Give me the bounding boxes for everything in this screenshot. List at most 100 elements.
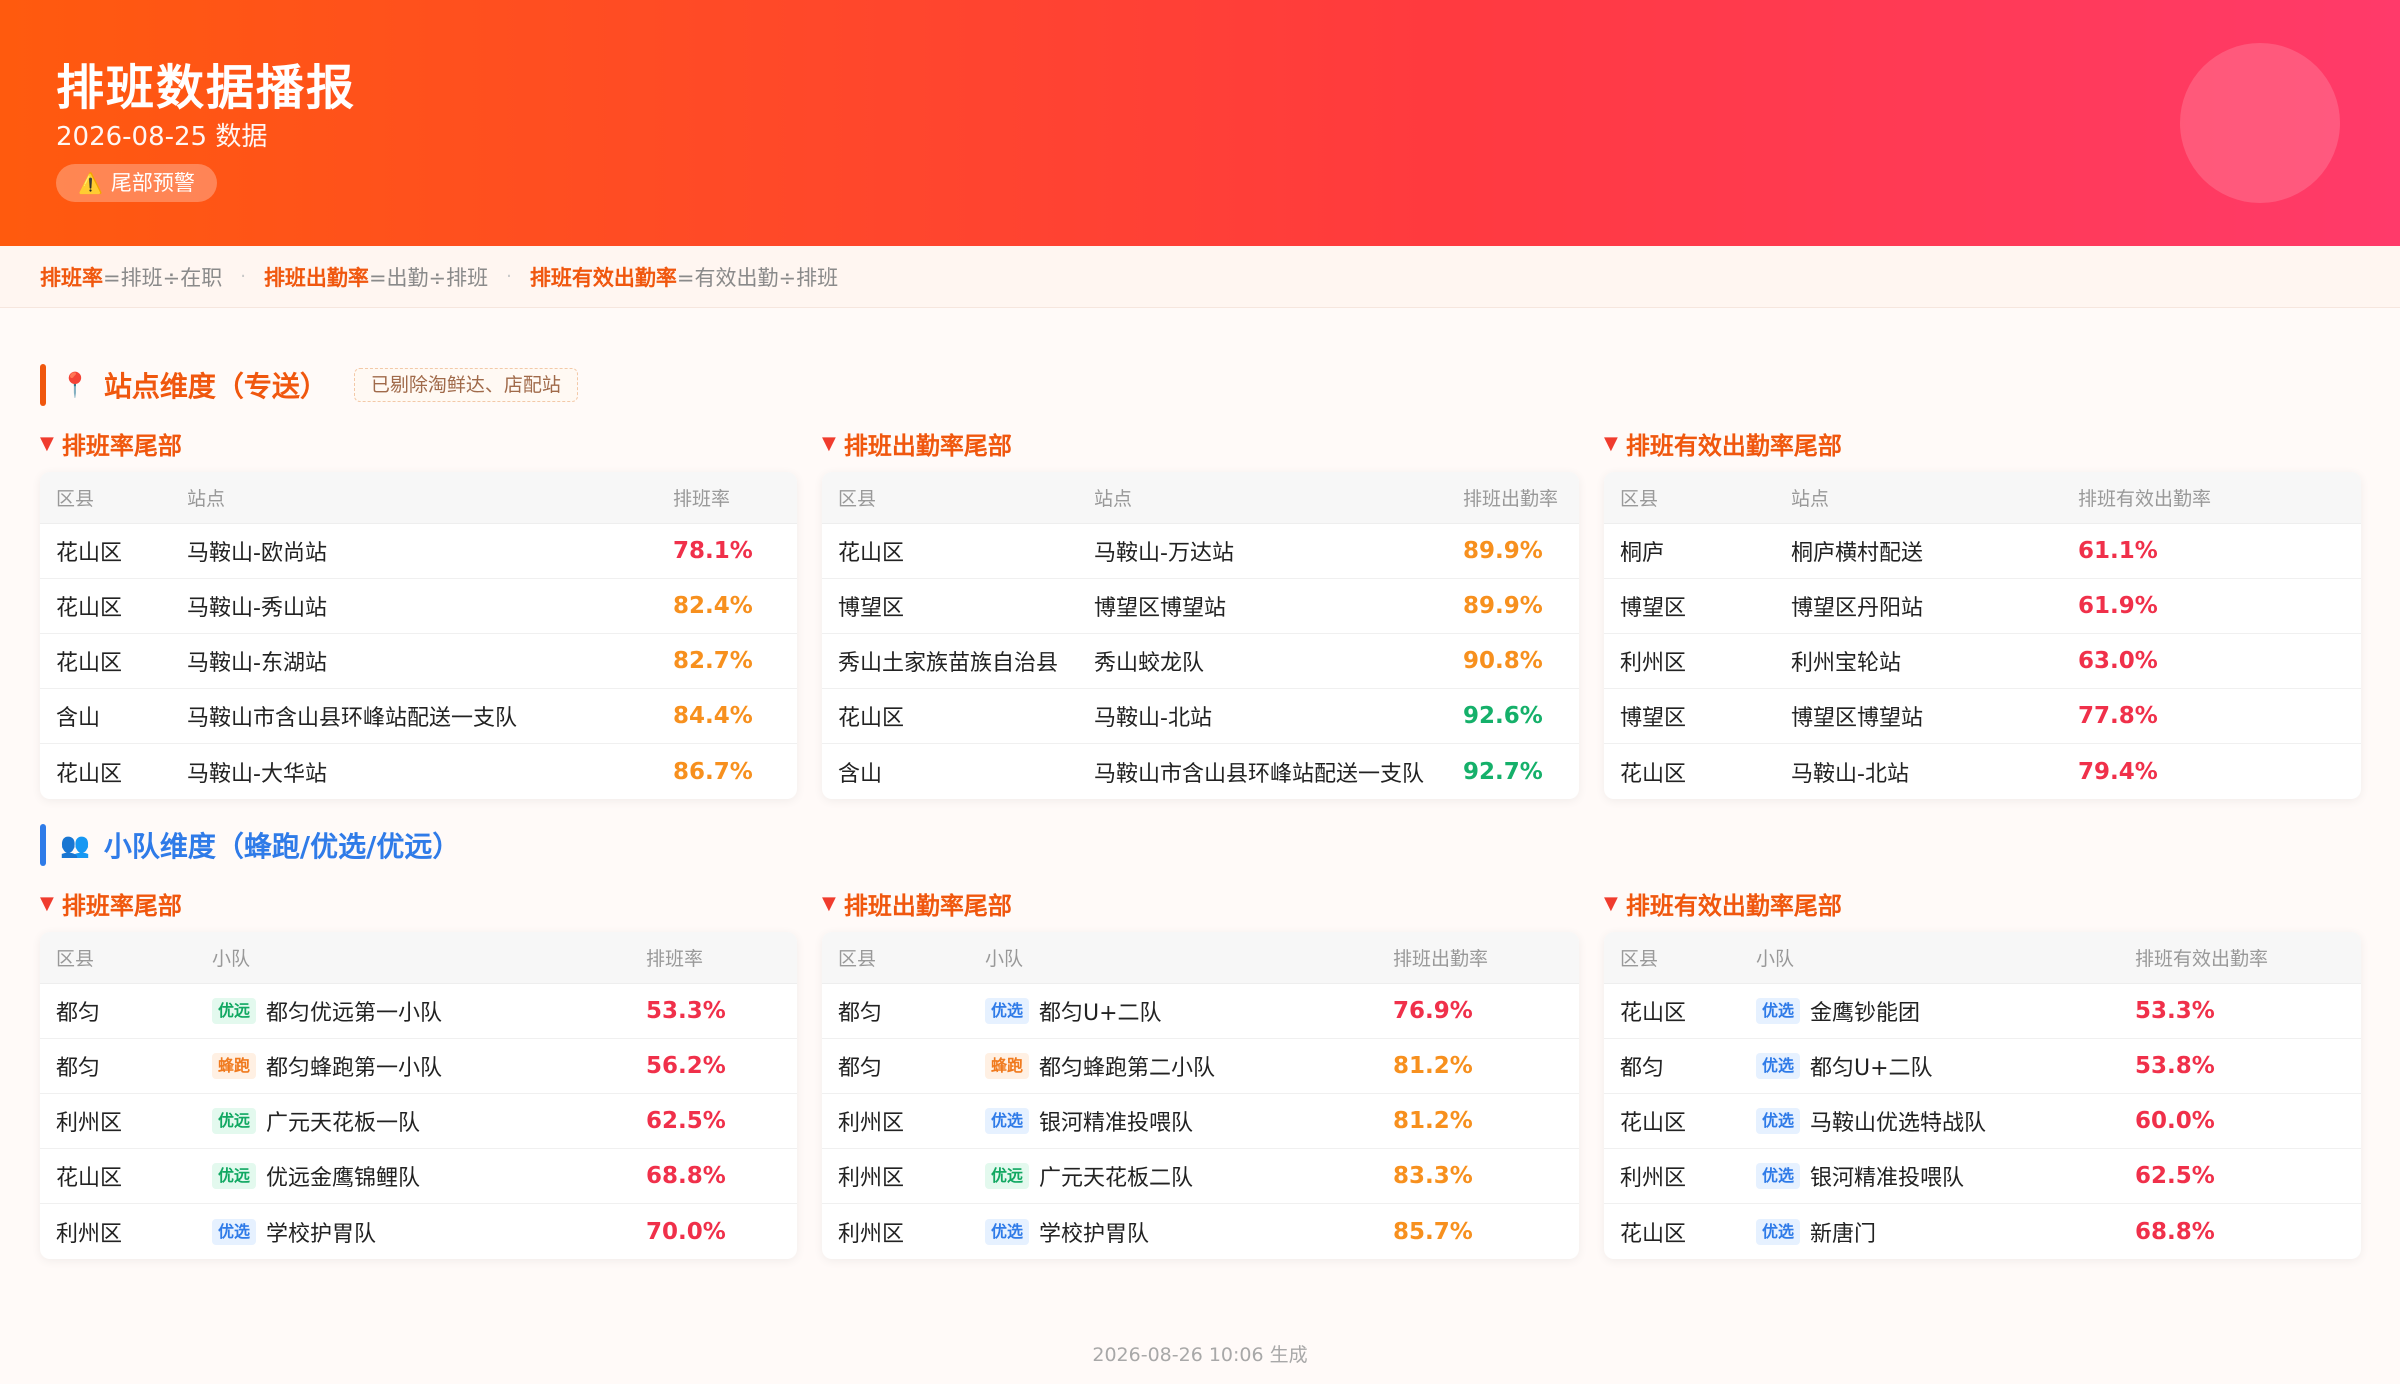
team-type-tag: 优选 xyxy=(985,1218,1030,1245)
rate-value: 78.1% xyxy=(673,538,753,564)
team-type-tag: 优选 xyxy=(1756,998,1801,1024)
station-cell: 马鞍山市含山县环峰站配送一支队 xyxy=(1094,761,1425,787)
ranking-table: 区县 小队 排班出勤率 都匀 优选 都匀U+二队 76.9% 都匀 蜂跑 都匀蜂跑第二小队 81.2… xyxy=(822,932,1579,1259)
column-header: 排班率 xyxy=(646,948,704,970)
station-cell: 秀山蛟龙队 xyxy=(1094,651,1205,676)
station-cell: 马鞍山-大华站 xyxy=(187,761,327,787)
triangle-down-icon: ▼ xyxy=(40,892,54,914)
team-name: 新唐门 xyxy=(1810,1221,1877,1247)
formula-2-expr: =出勤÷排班 xyxy=(368,265,489,290)
team-cell: 蜂跑 都匀蜂跑第一小队 xyxy=(196,1050,630,1082)
table-row: 利州区 优选 银河精准投喂队 62.5% xyxy=(1604,1149,2361,1204)
rate-value: 85.7% xyxy=(1393,1218,1473,1245)
district-cell: 利州区 xyxy=(838,1111,905,1136)
team-cell: 优选 马鞍山优选特战队 xyxy=(1740,1105,2119,1137)
team-name: 都匀蜂跑第一小队 xyxy=(266,1056,443,1081)
district-cell: 桐庐 xyxy=(1620,541,1665,566)
station_section-panel-2: ▼ 排班出勤率尾部 区县 站点 排班出勤率 花山区 马鞍山-万达站 89.9% 博望区 博望区博望… xyxy=(822,426,1579,799)
column-header: 区县 xyxy=(838,488,877,510)
team-name: 都匀蜂跑第二小队 xyxy=(1039,1056,1216,1081)
table-row: 都匀 优远 都匀优远第一小队 53.3% xyxy=(40,984,797,1039)
warning-badge: ⚠️ 尾部预警 xyxy=(56,164,217,202)
decorative-circle xyxy=(2180,43,2340,203)
team-cell: 优选 新唐门 xyxy=(1740,1216,2119,1248)
formula-2: 排班出勤率 =出勤÷排班 xyxy=(264,262,488,292)
triangle-down-icon: ▼ xyxy=(1604,432,1618,454)
formula-2-key: 排班出勤率 xyxy=(263,265,369,290)
team-type-tag: 优远 xyxy=(212,998,257,1024)
station-cell: 博望区博望站 xyxy=(1791,706,1924,731)
rate-value: 53.8% xyxy=(2135,1053,2215,1079)
station-cell: 马鞍山-欧尚站 xyxy=(187,541,327,566)
district-cell: 博望区 xyxy=(838,596,905,621)
section-accent-bar xyxy=(40,824,46,866)
rate-value: 68.8% xyxy=(646,1163,726,1189)
team-cell: 优选 都匀U+二队 xyxy=(969,995,1377,1027)
triangle-down-icon: ▼ xyxy=(822,892,836,914)
rate-value: 62.5% xyxy=(2135,1163,2215,1189)
team_section-panel-1: ▼ 排班率尾部 区县 小队 排班率 都匀 优远 都匀优远第一小队 53.3% 都匀 蜂跑 都匀蜂跑第一… xyxy=(40,886,797,1259)
warning-icon: ⚠️ xyxy=(78,171,103,195)
table-row: 都匀 优选 都匀U+二队 76.9% xyxy=(822,984,1579,1039)
station-cell: 马鞍山-北站 xyxy=(1791,761,1909,787)
district-cell: 花山区 xyxy=(1620,1001,1687,1026)
team-type-tag: 优选 xyxy=(1756,1163,1801,1189)
table-row: 博望区 博望区丹阳站 61.9% xyxy=(1604,579,2361,634)
table-row: 利州区 利州宝轮站 63.0% xyxy=(1604,634,2361,689)
column-header: 排班有效出勤率 xyxy=(2078,488,2212,510)
team-name: 都匀U+二队 xyxy=(1039,1001,1162,1026)
table-row: 含山 马鞍山市含山县环峰站配送一支队 92.7% xyxy=(822,744,1579,799)
column-header: 排班出勤率 xyxy=(1463,488,1559,510)
table-row: 花山区 马鞍山-万达站 89.9% xyxy=(822,524,1579,579)
table-row: 博望区 博望区博望站 89.9% xyxy=(822,579,1579,634)
rate-value: 61.9% xyxy=(2078,593,2158,619)
ranking-table: 区县 小队 排班率 都匀 优远 都匀优远第一小队 53.3% 都匀 蜂跑 都匀蜂跑第一小队 56.2… xyxy=(40,932,797,1259)
column-header: 站点 xyxy=(1791,488,1830,510)
table-row: 利州区 优选 银河精准投喂队 81.2% xyxy=(822,1094,1579,1149)
ranking-table: 区县 站点 排班有效出勤率 桐庐 桐庐横村配送 61.1% 博望区 博望区丹阳站 61.9% 利州… xyxy=(1604,472,2361,799)
district-cell: 花山区 xyxy=(56,651,123,676)
team-cell: 优选 银河精准投喂队 xyxy=(1740,1160,2119,1192)
panel-title: ▼ 排班出勤率尾部 xyxy=(822,426,1579,460)
table-row: 含山 马鞍山市含山县环峰站配送一支队 84.4% xyxy=(40,689,797,744)
team-section-title: 小队维度（蜂跑/优选/优远） xyxy=(103,830,461,863)
table-header: 区县 站点 排班出勤率 xyxy=(822,472,1579,524)
team-name: 都匀优远第一小队 xyxy=(266,1001,443,1026)
table-row: 花山区 优选 新唐门 68.8% xyxy=(1604,1204,2361,1259)
rate-value: 53.3% xyxy=(646,998,726,1024)
team-cell: 优选 学校护胃队 xyxy=(196,1216,630,1248)
column-header: 区县 xyxy=(1620,488,1659,510)
triangle-down-icon: ▼ xyxy=(40,432,54,454)
team-type-tag: 蜂跑 xyxy=(985,1053,1030,1079)
district-cell: 利州区 xyxy=(838,1166,905,1191)
table-row: 利州区 优远 广元天花板二队 83.3% xyxy=(822,1149,1579,1204)
team-name: 优远金鹰锦鲤队 xyxy=(266,1166,421,1191)
table-row: 花山区 马鞍山-大华站 86.7% xyxy=(40,744,797,799)
table-row: 花山区 优选 金鹰钞能团 53.3% xyxy=(1604,984,2361,1039)
station-cell: 马鞍山市含山县环峰站配送一支队 xyxy=(187,706,518,731)
panel-title-text: 排班有效出勤率尾部 xyxy=(1625,891,1842,920)
rate-value: 89.9% xyxy=(1463,593,1543,619)
rate-value: 83.3% xyxy=(1393,1163,1473,1189)
pin-icon: 📍 xyxy=(60,371,90,399)
table-row: 花山区 优远 优远金鹰锦鲤队 68.8% xyxy=(40,1149,797,1204)
warning-badge-label: 尾部预警 xyxy=(110,171,195,195)
table-row: 利州区 优选 学校护胃队 70.0% xyxy=(40,1204,797,1259)
rate-value: 70.0% xyxy=(646,1218,726,1245)
rate-value: 89.9% xyxy=(1463,538,1543,564)
column-header: 小队 xyxy=(1756,948,1795,970)
formula-1-key: 排班率 xyxy=(40,265,103,290)
team-cell: 蜂跑 都匀蜂跑第二小队 xyxy=(969,1050,1377,1082)
district-cell: 含山 xyxy=(56,706,101,731)
column-header: 区县 xyxy=(1620,948,1659,970)
team-name: 广元天花板二队 xyxy=(1039,1166,1194,1191)
station_section-panel-3: ▼ 排班有效出勤率尾部 区县 站点 排班有效出勤率 桐庐 桐庐横村配送 61.1% 博望区 博望区… xyxy=(1604,426,2361,799)
team-type-tag: 优选 xyxy=(212,1218,257,1245)
formula-3-key: 排班有效出勤率 xyxy=(529,265,677,290)
district-cell: 博望区 xyxy=(1620,596,1687,621)
station-section-header: 📍 站点维度（专送） 已剔除淘鲜达、店配站 xyxy=(40,364,578,406)
team-cell: 优选 银河精准投喂队 xyxy=(969,1105,1377,1137)
team_section-panel-3: ▼ 排班有效出勤率尾部 区县 小队 排班有效出勤率 花山区 优选 金鹰钞能团 53.3% 都匀 优选… xyxy=(1604,886,2361,1259)
ranking-table: 区县 小队 排班有效出勤率 花山区 优选 金鹰钞能团 53.3% 都匀 优选 都匀U+二队 53.8… xyxy=(1604,932,2361,1259)
rate-value: 81.2% xyxy=(1393,1053,1473,1079)
